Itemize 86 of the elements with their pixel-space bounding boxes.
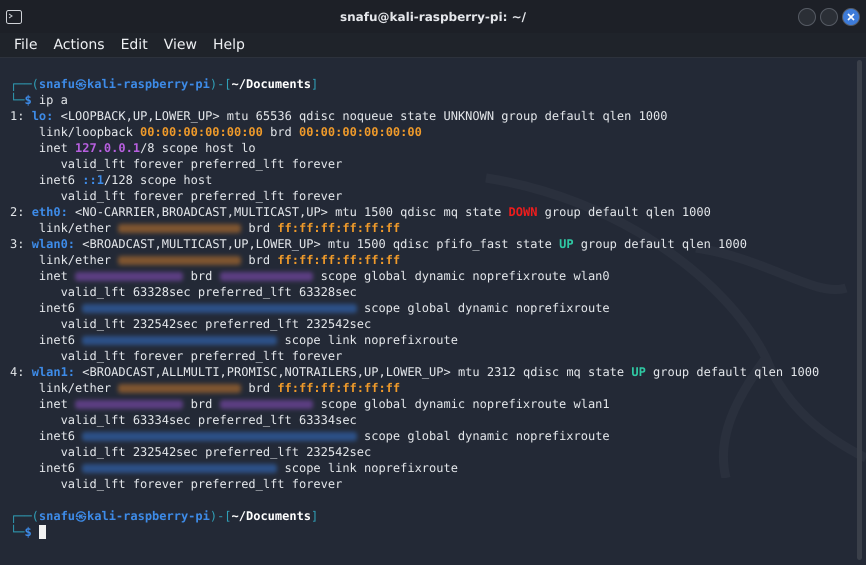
terminal-text: scope global dynamic noprefixroute (363, 428, 610, 444)
terminal-text: 00:00:00:00:00:00 (140, 124, 263, 140)
terminal-text: <BROADCAST,MULTICAST,UP,LOWER_UP> mtu 1500 qdisc pfifo_fast state (81, 236, 553, 252)
terminal-text: scope link noprefixroute (284, 460, 458, 476)
minimize-button[interactable] (798, 8, 816, 26)
terminal-text: inet (38, 268, 69, 284)
terminal-text: $ (24, 93, 32, 108)
scrollbar[interactable] (857, 60, 862, 560)
terminal-text: ] (311, 76, 318, 92)
menu-item[interactable]: Help (204, 37, 253, 53)
terminal-text: lo: (32, 108, 54, 124)
terminal-text: DOWN (508, 204, 538, 220)
text-cursor (38, 525, 46, 539)
terminal-text: └─ (10, 92, 24, 108)
terminal-text: valid_lft 232542sec preferred_lft 232542sec (60, 316, 372, 332)
terminal-text: snafu㉿kali-raspberry-pi (38, 76, 210, 92)
terminal-text: ~/Documents (232, 76, 312, 92)
terminal-text: group default qlen 1000 (580, 236, 747, 252)
terminal-text: ff:ff:ff:ff:ff:ff (277, 252, 400, 268)
menu-item[interactable]: View (156, 37, 205, 53)
terminal-text: inet (38, 140, 69, 156)
terminal-text: /8 scope host lo (140, 140, 256, 156)
terminal-text: scope global dynamic noprefixroute (363, 300, 610, 316)
terminal-text: inet6 (38, 332, 76, 348)
terminal-text: ┌──( (10, 76, 39, 92)
terminal-text: brd (190, 396, 214, 412)
terminal-text: UP (631, 364, 646, 380)
terminal-text: group default qlen 1000 (652, 364, 820, 380)
terminal-text: 3: (10, 236, 26, 252)
terminal-text: wlan1: (32, 364, 76, 380)
terminal-text: brd (247, 252, 272, 268)
terminal-text: ┌──( (10, 508, 39, 524)
terminal-text: )-[ (210, 76, 232, 92)
menu-item[interactable]: File (6, 37, 46, 53)
terminal-text: link/ether (38, 380, 112, 396)
terminal-text: inet6 (38, 300, 76, 316)
terminal-text: link/loopback (38, 124, 134, 140)
menu-item[interactable]: Edit (112, 37, 156, 53)
terminal-text: link/ether (38, 220, 112, 236)
terminal-text: link/ether (38, 252, 112, 268)
terminal-text: snafu㉿kali-raspberry-pi (38, 508, 210, 524)
terminal-text: valid_lft forever preferred_lft forever (60, 188, 342, 204)
terminal-text: 127.0.0.1 (75, 140, 140, 156)
terminal-text: brd (190, 268, 214, 284)
terminal-text: valid_lft forever preferred_lft forever (60, 348, 342, 364)
terminal-icon (6, 10, 22, 24)
terminal-text: valid_lft forever preferred_lft forever (60, 156, 342, 172)
terminal-text: brd (247, 380, 272, 396)
terminal-text: valid_lft 232542sec preferred_lft 232542sec (60, 444, 372, 460)
terminal-text: <BROADCAST,ALLMULTI,PROMISC,NOTRAILERS,UP,LOWER_UP> mtu 2312 qdisc mq state (81, 364, 626, 380)
terminal-text: brd (247, 220, 272, 236)
terminal-text: ff:ff:ff:ff:ff:ff (277, 380, 400, 396)
terminal-text: inet6 (38, 460, 76, 476)
terminal-text: group default qlen 1000 (544, 204, 711, 220)
terminal-text: inet6 (38, 172, 76, 188)
terminal-text: valid_lft 63334sec preferred_lft 63334sec (60, 412, 357, 428)
terminal-text: ::1 (82, 172, 104, 188)
menu-item[interactable]: Actions (45, 37, 113, 53)
terminal-text: 4: (10, 364, 26, 380)
terminal-text: wlan0: (32, 236, 76, 252)
terminal-text: )-[ (210, 508, 232, 524)
terminal-text: valid_lft forever preferred_lft forever (60, 476, 342, 492)
terminal-text: ff:ff:ff:ff:ff:ff (277, 220, 400, 236)
window-title: snafu@kali-raspberry-pi: ~/ (338, 10, 528, 24)
terminal-text: UP (559, 236, 574, 252)
terminal-text: /128 scope host (104, 172, 212, 188)
terminal-text: scope global dynamic noprefixroute wlan1 (320, 396, 610, 412)
terminal-text: 1: (10, 108, 26, 124)
terminal-text: ] (311, 508, 318, 524)
terminal-text: 2: (10, 204, 26, 220)
close-icon (847, 12, 855, 20)
terminal-text: scope link noprefixroute (284, 332, 458, 348)
terminal-text: <LOOPBACK,UP,LOWER_UP> mtu 65536 qdisc noqueue state UNKNOWN group default qlen 1000 (60, 108, 668, 124)
terminal-text: inet6 (38, 428, 76, 444)
terminal-text: scope global dynamic noprefixroute wlan0 (320, 268, 610, 284)
terminal-text: <NO-CARRIER,BROADCAST,MULTICAST,UP> mtu 1500 qdisc mq state (74, 204, 502, 220)
close-button[interactable] (842, 8, 860, 26)
terminal-text: ip a (38, 92, 68, 108)
terminal-text: eth0: (32, 204, 68, 220)
terminal-text: $ (24, 525, 32, 540)
terminal-text: valid_lft 63328sec preferred_lft 63328sec (60, 284, 357, 300)
terminal-text: └─ (10, 524, 24, 540)
terminal-text: 00:00:00:00:00:00 (299, 124, 422, 140)
terminal-text: ~/Documents (232, 508, 312, 524)
terminal-text: inet (38, 396, 69, 412)
terminal-text: brd (269, 124, 293, 140)
